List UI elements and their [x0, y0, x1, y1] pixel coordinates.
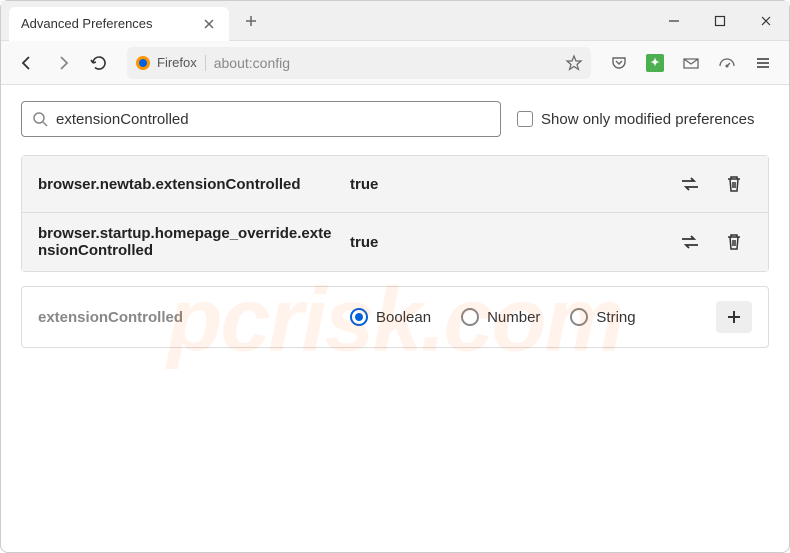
type-boolean-radio[interactable]: Boolean [350, 308, 431, 326]
browser-tab[interactable]: Advanced Preferences [9, 7, 229, 41]
url-bar[interactable]: Firefox about:config [127, 47, 591, 79]
content-area: Show only modified preferences browser.n… [1, 85, 789, 364]
preference-name: browser.startup.homepage_override.extens… [38, 225, 338, 259]
close-window-button[interactable] [743, 1, 789, 41]
url-text: about:config [214, 55, 557, 71]
row-actions [672, 168, 752, 200]
type-string-radio[interactable]: String [570, 308, 635, 326]
preference-row: browser.startup.homepage_override.extens… [22, 213, 768, 271]
delete-button[interactable] [716, 226, 752, 258]
search-row: Show only modified preferences [21, 101, 769, 137]
checkbox-label-text: Show only modified preferences [541, 111, 754, 128]
show-modified-checkbox[interactable]: Show only modified preferences [517, 111, 754, 128]
identity-label: Firefox [157, 55, 197, 70]
results-list: browser.newtab.extensionControlled true … [21, 155, 769, 272]
type-options: Boolean Number String [350, 308, 704, 326]
checkbox-icon [517, 111, 533, 127]
new-tab-button[interactable] [237, 7, 265, 35]
firefox-icon [135, 55, 151, 71]
mail-icon[interactable] [675, 47, 707, 79]
url-identity: Firefox [135, 55, 206, 71]
search-icon [32, 111, 48, 127]
add-preference-name: extensionControlled [38, 309, 338, 326]
toggle-button[interactable] [672, 168, 708, 200]
pocket-icon[interactable] [603, 47, 635, 79]
preference-value: true [350, 234, 660, 251]
menu-button[interactable] [747, 47, 779, 79]
add-preference-row: extensionControlled Boolean Number Strin… [21, 286, 769, 348]
delete-button[interactable] [716, 168, 752, 200]
type-number-radio[interactable]: Number [461, 308, 540, 326]
tab-title: Advanced Preferences [21, 16, 193, 31]
window-controls [651, 1, 789, 41]
row-actions [672, 226, 752, 258]
back-button[interactable] [11, 47, 43, 79]
preference-value: true [350, 176, 660, 193]
radio-label-text: Number [487, 309, 540, 326]
toggle-button[interactable] [672, 226, 708, 258]
close-tab-icon[interactable] [201, 16, 217, 32]
radio-icon [570, 308, 588, 326]
maximize-button[interactable] [697, 1, 743, 41]
dashboard-icon[interactable] [711, 47, 743, 79]
extension-icon[interactable]: ✦ [639, 47, 671, 79]
radio-icon [350, 308, 368, 326]
browser-toolbar: Firefox about:config ✦ [1, 41, 789, 85]
minimize-button[interactable] [651, 1, 697, 41]
search-box[interactable] [21, 101, 501, 137]
add-button[interactable] [716, 301, 752, 333]
bookmark-star-icon[interactable] [565, 54, 583, 72]
forward-button[interactable] [47, 47, 79, 79]
search-input[interactable] [56, 111, 490, 128]
radio-label-text: Boolean [376, 309, 431, 326]
radio-icon [461, 308, 479, 326]
radio-label-text: String [596, 309, 635, 326]
preference-name: browser.newtab.extensionControlled [38, 176, 338, 193]
preference-row: browser.newtab.extensionControlled true [22, 156, 768, 213]
title-bar: Advanced Preferences [1, 1, 789, 41]
reload-button[interactable] [83, 47, 115, 79]
